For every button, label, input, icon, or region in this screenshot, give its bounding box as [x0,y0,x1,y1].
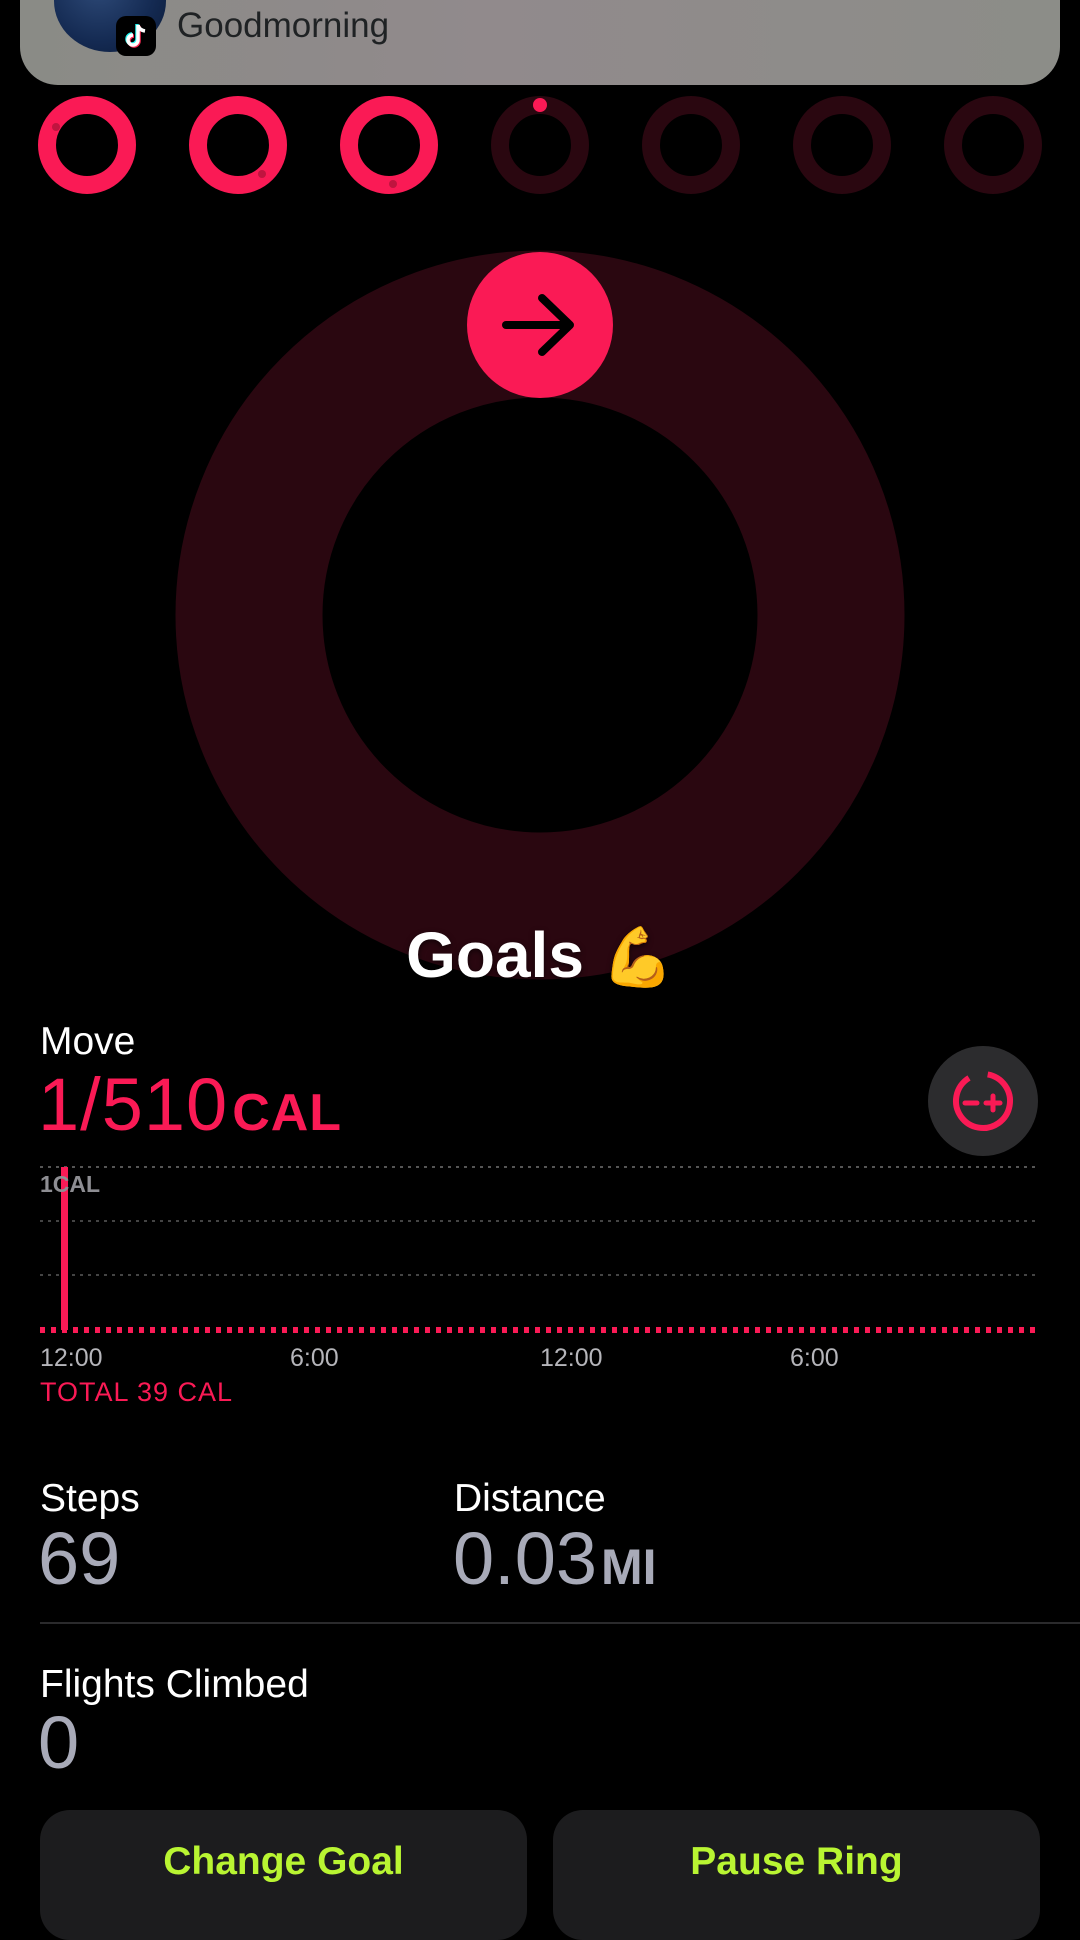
move-value-number: 1/510 [38,1063,229,1146]
week-ring-day-5[interactable] [641,95,741,195]
adjust-goal-button[interactable] [928,1046,1038,1156]
distance-unit: MI [601,1539,657,1595]
week-ring-day-1[interactable] [37,95,137,195]
x-tick-label: 6:00 [790,1344,839,1372]
x-tick-label: 12:00 [40,1344,103,1372]
x-tick-label: 12:00 [540,1344,603,1372]
move-value: 1/510CAL [38,1062,342,1147]
change-goal-button[interactable]: Change Goal [40,1810,527,1940]
chart-max-label: 1CAL [40,1171,101,1197]
caption-text: Goals [406,919,584,991]
tiktok-icon [116,16,156,56]
week-ring-day-6[interactable] [792,95,892,195]
flights-value: 0 [38,1701,80,1784]
minus-plus-icon [953,1071,1013,1131]
move-hourly-chart [40,1166,1040,1333]
distance-value: 0.03MI [453,1516,657,1601]
week-ring-day-7[interactable] [943,95,1043,195]
notification-banner[interactable]: Goodmorning [20,0,1060,85]
steps-title: Steps [40,1477,140,1520]
flights-title: Flights Climbed [40,1663,309,1706]
goals-caption: Goals 💪 [0,918,1080,992]
week-ring-day-2[interactable] [188,95,288,195]
distance-title: Distance [454,1477,606,1520]
total-calories-label: TOTAL 39 CAL [40,1377,234,1407]
divider [40,1622,1080,1624]
move-title: Move [40,1020,136,1063]
week-ring-day-4-today[interactable] [490,95,590,195]
distance-value-number: 0.03 [453,1517,598,1600]
pause-ring-button[interactable]: Pause Ring [553,1810,1040,1940]
notification-message: Goodmorning [177,6,390,45]
week-ring-day-3[interactable] [339,95,439,195]
arrow-right-icon [467,252,613,398]
steps-value: 69 [38,1517,121,1600]
x-tick-label: 6:00 [290,1344,339,1372]
flexed-biceps-icon: 💪 [601,923,674,991]
move-value-unit: CAL [232,1084,343,1142]
